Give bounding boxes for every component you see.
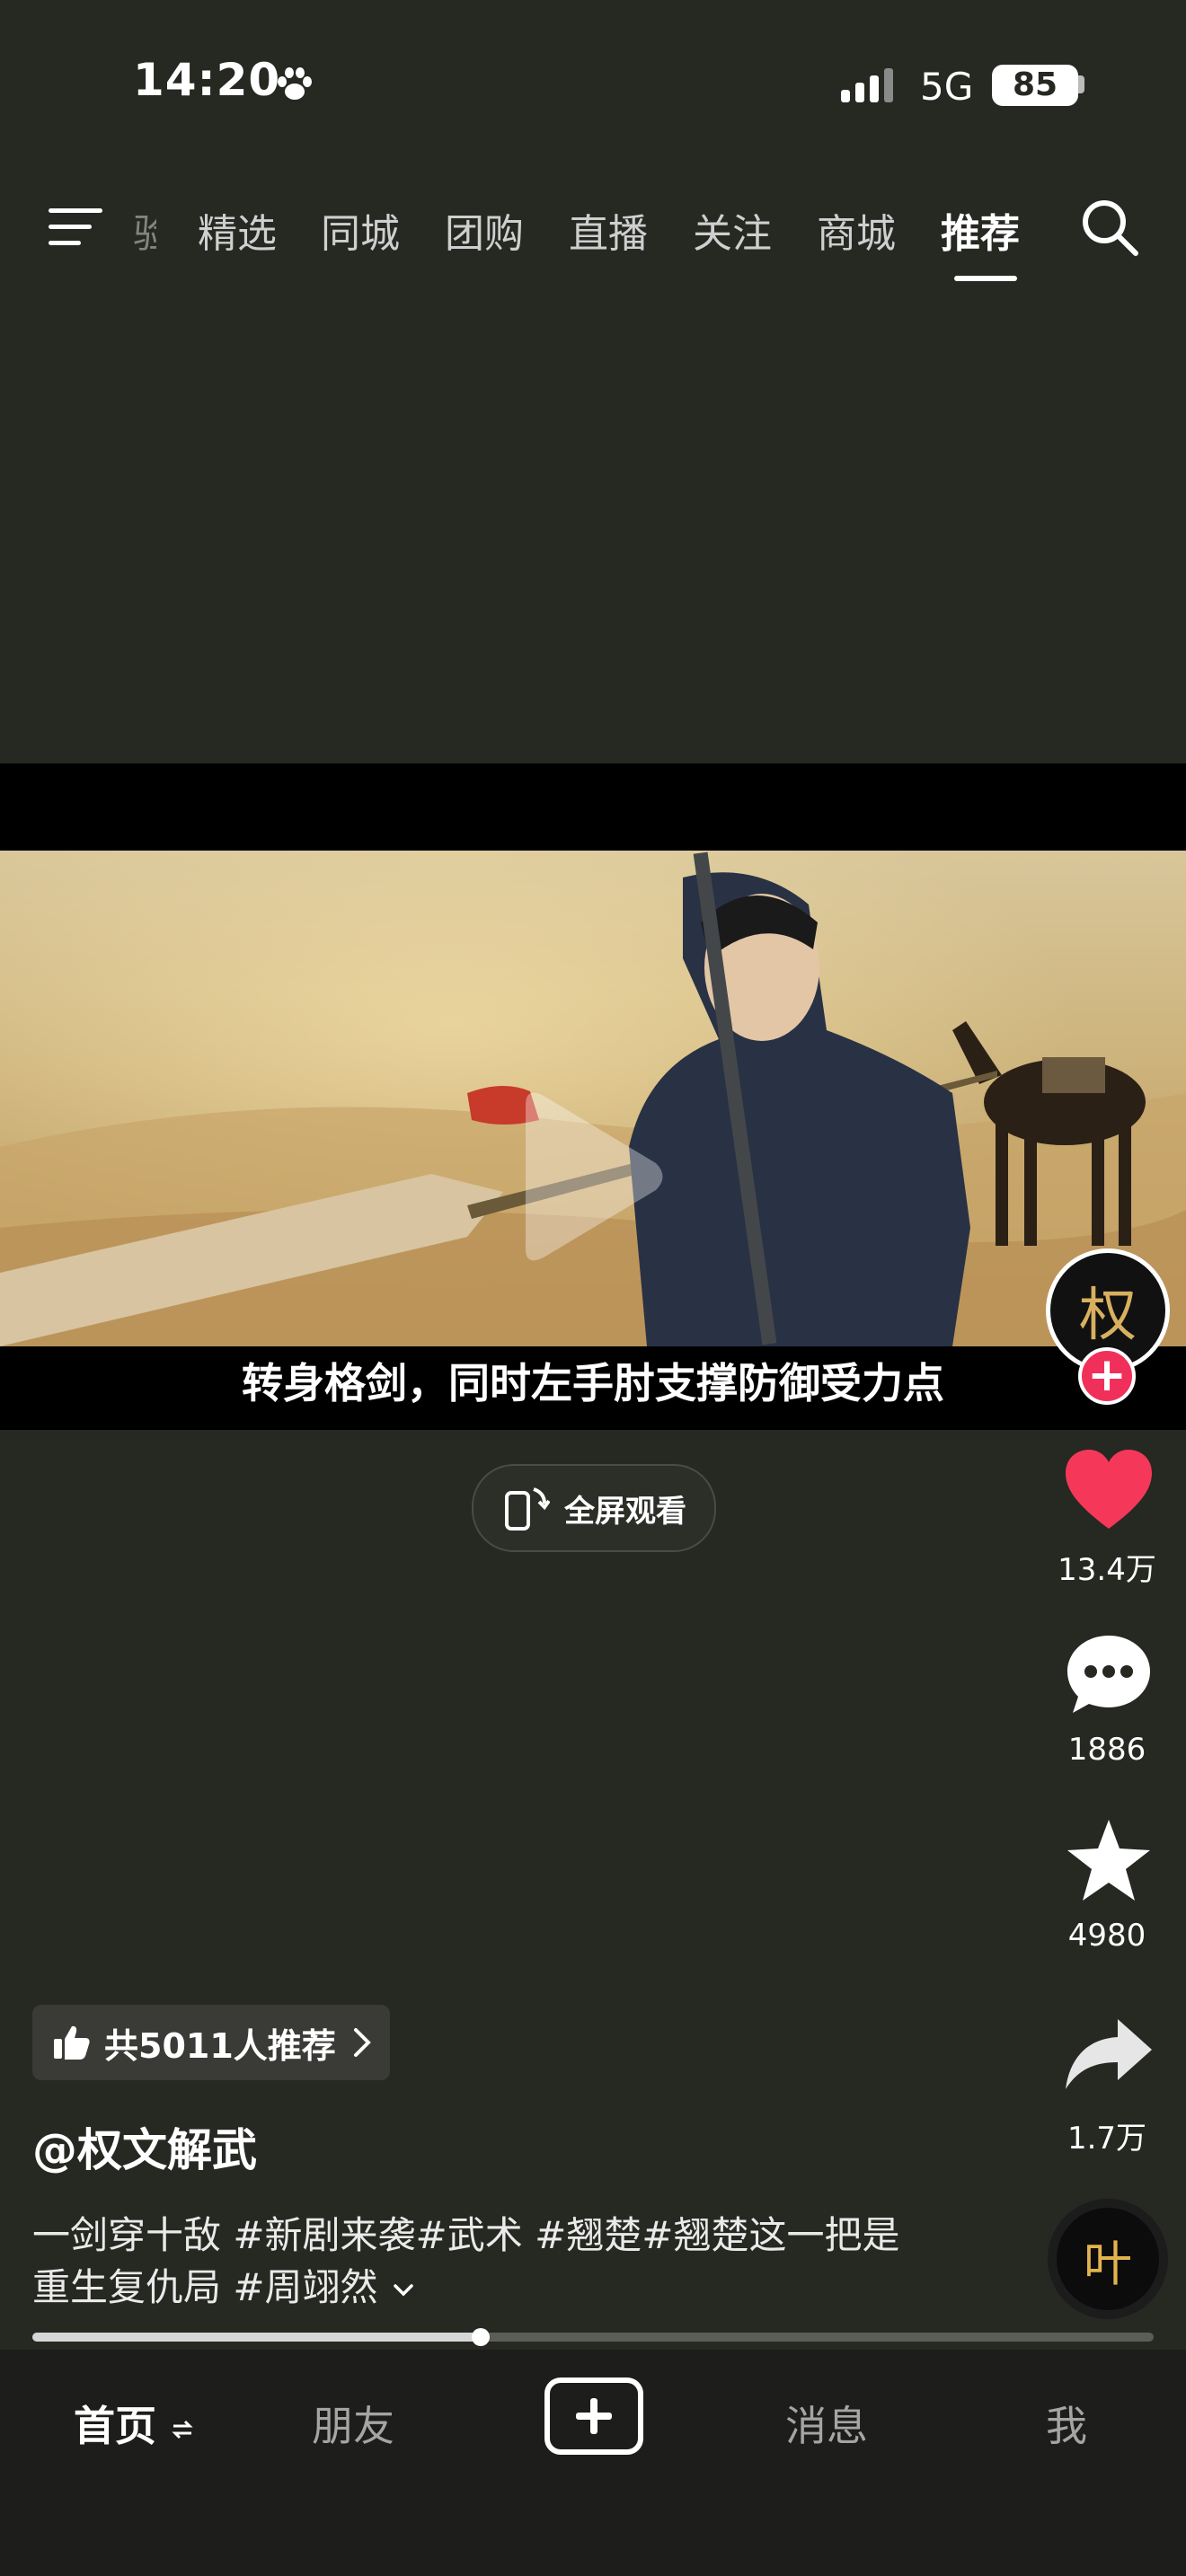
video-subtitle: 转身格剑，同时左手肘支撑防御受力点 (242, 1359, 944, 1407)
tab-mall[interactable]: 商城 (817, 201, 896, 259)
chevron-right-icon (353, 2028, 371, 2057)
share-icon[interactable] (1062, 2010, 1155, 2100)
tab-featured[interactable]: 精选 (198, 201, 277, 259)
tab-live[interactable]: 直播 (569, 201, 648, 259)
plus-icon (576, 2398, 612, 2434)
video-description[interactable]: 一剑穿十敌 #新剧来袭#武术 #翘楚#翘楚这一把是 重生复仇局 #周翊然 (32, 2210, 958, 2314)
play-icon[interactable] (508, 1087, 669, 1266)
description-line-2: 重生复仇局 #周翊然 (32, 2265, 378, 2309)
nav-home-label: 首页 (74, 2402, 156, 2450)
tab-following[interactable]: 关注 (693, 201, 772, 259)
nav-home[interactable]: 首页 (74, 2394, 194, 2453)
nav-friends[interactable]: 朋友 (312, 2394, 394, 2453)
progress-knob[interactable] (472, 2328, 491, 2346)
tab-recommend[interactable]: 推荐 (941, 201, 1020, 259)
description-line-1: 一剑穿十敌 #新剧来袭#武术 #翘楚#翘楚这一把是 (32, 2213, 900, 2257)
fullscreen-button[interactable]: 全屏观看 (472, 1464, 716, 1552)
favorite-count: 4980 (1067, 1918, 1146, 1954)
nav-messages[interactable]: 消息 (785, 2394, 868, 2453)
like-count: 13.4万 (1058, 1552, 1156, 1588)
recommend-badge[interactable]: 共5011人推荐 (32, 2005, 390, 2080)
like-icon[interactable] (1062, 1446, 1155, 1536)
progress-bar[interactable] (32, 2328, 1154, 2346)
recommend-label: 共5011人推荐 (104, 2025, 336, 2066)
share-count: 1.7万 (1067, 2121, 1147, 2157)
status-time: 14:20 (133, 54, 281, 106)
progress-fill (32, 2333, 482, 2342)
thumbs-up-icon (54, 2025, 90, 2060)
signal-icon (841, 68, 893, 102)
rotate-phone-icon (505, 1487, 550, 1531)
refresh-toggle-icon (172, 2420, 193, 2439)
tab-local[interactable]: 同城 (321, 201, 400, 259)
tab-partial[interactable]: 验 (133, 201, 156, 259)
battery-tip (1078, 75, 1084, 93)
follow-button[interactable]: + (1078, 1347, 1136, 1405)
comment-icon[interactable] (1062, 1630, 1155, 1720)
favorite-star-icon[interactable] (1062, 1816, 1155, 1906)
active-tab-underline (954, 276, 1017, 281)
search-icon[interactable] (1078, 196, 1141, 259)
battery-indicator: 85 (992, 65, 1078, 106)
chevron-down-icon[interactable] (390, 2277, 417, 2304)
video-letterbox-top (0, 763, 1186, 851)
nav-me[interactable]: 我 (1046, 2394, 1087, 2453)
menu-icon[interactable] (49, 205, 102, 248)
tab-group-buy[interactable]: 团购 (445, 201, 524, 259)
author-name[interactable]: @权文解武 (32, 2114, 257, 2179)
network-type: 5G (920, 65, 974, 109)
fullscreen-label: 全屏观看 (564, 1493, 686, 1530)
create-post-button[interactable] (544, 2378, 643, 2455)
music-disc[interactable]: 叶 (1048, 2199, 1168, 2319)
comment-count: 1886 (1067, 1732, 1146, 1768)
paw-icon (278, 67, 312, 100)
